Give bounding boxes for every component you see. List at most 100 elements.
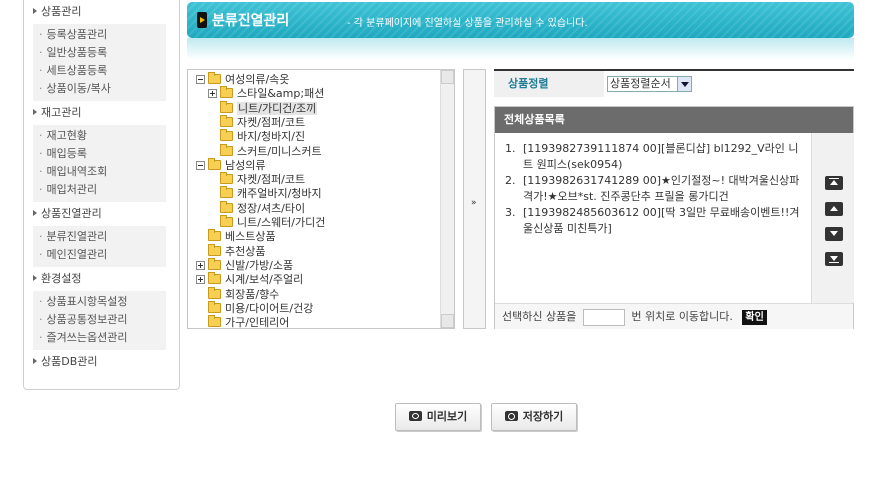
sidebar-group-header[interactable]: 상품DB관리 xyxy=(24,350,179,374)
category-tree[interactable]: 여성의류/속옷 스타일&amp;패션 니트/가디건/조끼 자켓/점퍼/코트 바지/청바지… xyxy=(187,69,455,329)
sidebar-group-header[interactable]: 상품관리 xyxy=(24,0,179,24)
sidebar-group-label: 상품관리 xyxy=(41,5,82,18)
folder-icon xyxy=(208,72,221,84)
sidebar-item[interactable]: 재고현황 xyxy=(33,127,166,145)
folder-icon xyxy=(208,315,221,328)
sidebar-item[interactable]: 즐겨쓰는옵션관리 xyxy=(33,329,166,347)
tree-node-label: 캐주얼바지/청바지 xyxy=(237,187,322,201)
tree-node-label: 스타일&amp;패션 xyxy=(237,87,325,101)
move-down-icon[interactable] xyxy=(825,227,843,241)
folder-icon xyxy=(220,100,233,113)
collapse-icon[interactable] xyxy=(196,75,205,84)
sidebar-item[interactable]: 매입등록 xyxy=(33,145,166,163)
folder-icon xyxy=(208,257,221,270)
expand-icon[interactable] xyxy=(208,89,217,99)
move-position-suffix: 번 위치로 이동합니다. xyxy=(631,310,733,323)
sort-row: 상품정렬 상품정렬순서 xyxy=(494,69,854,97)
sidebar-group: 환경설정상품표시항목설정상품공통정보관리즐겨쓰는옵션관리 xyxy=(24,267,179,350)
move-position-prefix: 선택하신 상품을 xyxy=(502,310,577,323)
sidebar-group-label: 재고관리 xyxy=(41,106,82,119)
folder-icon xyxy=(208,286,221,299)
sidebar-item[interactable]: 매입처관리 xyxy=(33,181,166,199)
sidebar-item[interactable]: 상품표시항목설정 xyxy=(33,293,166,311)
product-list[interactable]: 1. [1193982739111874 00][블론디샵] bl1292_V라인… xyxy=(495,133,811,303)
product-list-panel: 전체상품목록 1. [1193982739111874 00][블론디샵] bl1… xyxy=(494,106,854,329)
page-description: - 각 분류페이지에 진열하실 상품을 관리하실 수 있습니다. xyxy=(347,18,588,29)
sidebar-group-header[interactable]: 재고관리 xyxy=(24,101,179,125)
tree-scrollbar[interactable] xyxy=(440,70,454,328)
list-item-text: [1193982485603612 00][딱 3일만 무료배송이벤트!!겨울신… xyxy=(523,206,800,235)
tree-node-label: 베스트상품 xyxy=(225,230,276,244)
list-item[interactable]: 3. [1193982485603612 00][딱 3일만 무료배송이벤트!!겨… xyxy=(505,205,805,237)
tree-node-label: 자켓/점퍼/코트 xyxy=(237,115,306,129)
move-position-bar: 선택하신 상품을 번 위치로 이동합니다. 확인 xyxy=(495,303,853,329)
folder-icon xyxy=(220,172,233,185)
sort-select[interactable]: 상품정렬순서 xyxy=(607,76,692,92)
sidebar-item[interactable]: 세트상품등록 xyxy=(33,62,166,80)
scroll-up-button[interactable] xyxy=(441,70,454,84)
folder-icon xyxy=(220,86,233,99)
sidebar-item[interactable]: 상품공통정보관리 xyxy=(33,311,166,329)
save-button[interactable]: 저장하기 xyxy=(491,403,577,431)
position-input[interactable] xyxy=(582,308,625,326)
scroll-down-button[interactable] xyxy=(441,314,454,328)
move-right-button[interactable]: » xyxy=(471,198,477,208)
sidebar-item[interactable]: 일반상품등록 xyxy=(33,44,166,62)
chevron-down-icon[interactable] xyxy=(677,77,691,91)
folder-icon xyxy=(220,200,233,213)
expand-icon[interactable] xyxy=(196,275,205,285)
sidebar-group: 재고관리재고현황매입등록매입내역조회매입처관리 xyxy=(24,101,179,202)
tree-node-label: 추천상품 xyxy=(225,244,266,258)
move-up-icon[interactable] xyxy=(825,202,843,216)
tree-node-label: 스커트/미니스커트 xyxy=(237,144,322,158)
sidebar-group-header[interactable]: 환경설정 xyxy=(24,267,179,291)
banner-underlay xyxy=(187,38,854,60)
tree-node-label: 신발/가방/소품 xyxy=(225,258,294,272)
arrow-icon xyxy=(197,12,207,28)
folder-icon xyxy=(220,143,233,156)
confirm-button[interactable]: 확인 xyxy=(742,309,767,325)
tree-node-label: 가구/인테리어 xyxy=(225,316,290,328)
preview-button[interactable]: 미리보기 xyxy=(395,403,481,431)
list-item-number: 1. xyxy=(505,142,516,155)
list-item-number: 3. xyxy=(505,206,516,219)
tree-node-label: 니트/가디건/조끼 xyxy=(237,101,318,115)
eye-icon xyxy=(408,411,422,421)
list-item-text: [1193982739111874 00][블론디샵] bl1292_V라인 니… xyxy=(523,142,799,171)
sort-label: 상품정렬 xyxy=(494,71,604,97)
tree-node-label: 미용/다이어트/건강 xyxy=(225,301,314,315)
sidebar-item[interactable]: 메인진열관리 xyxy=(33,246,166,264)
folder-icon xyxy=(220,186,233,199)
tree-node-label: 회장품/향수 xyxy=(225,287,280,301)
sidebar-item[interactable]: 분류진열관리 xyxy=(33,228,166,246)
sidebar-submenu: 분류진열관리메인진열관리 xyxy=(33,226,166,267)
sidebar-item[interactable]: 매입내역조회 xyxy=(33,163,166,181)
tree-node-label: 자켓/점퍼/코트 xyxy=(237,173,306,187)
list-item[interactable]: 1. [1193982739111874 00][블론디샵] bl1292_V라인… xyxy=(505,141,805,173)
sidebar-item[interactable]: 상품이동/복사 xyxy=(33,80,166,98)
sidebar-group-header[interactable]: 상품진열관리 xyxy=(24,202,179,226)
sidebar-item[interactable]: 등록상품관리 xyxy=(33,26,166,44)
sidebar-group-label: 상품진열관리 xyxy=(41,207,102,220)
product-list-title: 전체상품목록 xyxy=(495,107,853,133)
expand-icon[interactable] xyxy=(196,260,205,270)
caret-right-icon xyxy=(33,109,37,115)
move-bottom-icon[interactable] xyxy=(825,252,843,266)
tree-node-label: 정장/셔츠/타이 xyxy=(237,201,306,215)
save-label: 저장하기 xyxy=(522,410,564,423)
tree-node-label: 남성의류 xyxy=(225,158,266,172)
sidebar-group: 상품진열관리분류진열관리메인진열관리 xyxy=(24,202,179,267)
caret-right-icon xyxy=(33,275,37,281)
list-item[interactable]: 2. [1193982631741289 00]★인기절정~! 대박겨울신상파격가… xyxy=(505,173,805,205)
folder-icon xyxy=(220,129,233,142)
collapse-icon[interactable] xyxy=(196,160,205,170)
sort-select-value: 상품정렬순서 xyxy=(610,77,671,90)
sidebar: 상품관리등록상품관리일반상품등록세트상품등록상품이동/복사재고관리재고현황매입등… xyxy=(23,0,180,390)
list-item-number: 2. xyxy=(505,174,516,187)
page-title: 분류진열관리 xyxy=(212,13,290,29)
tree-node[interactable]: 가구/인테리어 xyxy=(196,315,289,328)
folder-icon xyxy=(208,229,221,242)
move-top-icon[interactable] xyxy=(825,176,843,190)
page-header-banner: 분류진열관리 - 각 분류페이지에 진열하실 상품을 관리하실 수 있습니다. xyxy=(187,2,854,38)
sidebar-submenu: 상품표시항목설정상품공통정보관리즐겨쓰는옵션관리 xyxy=(33,291,166,350)
